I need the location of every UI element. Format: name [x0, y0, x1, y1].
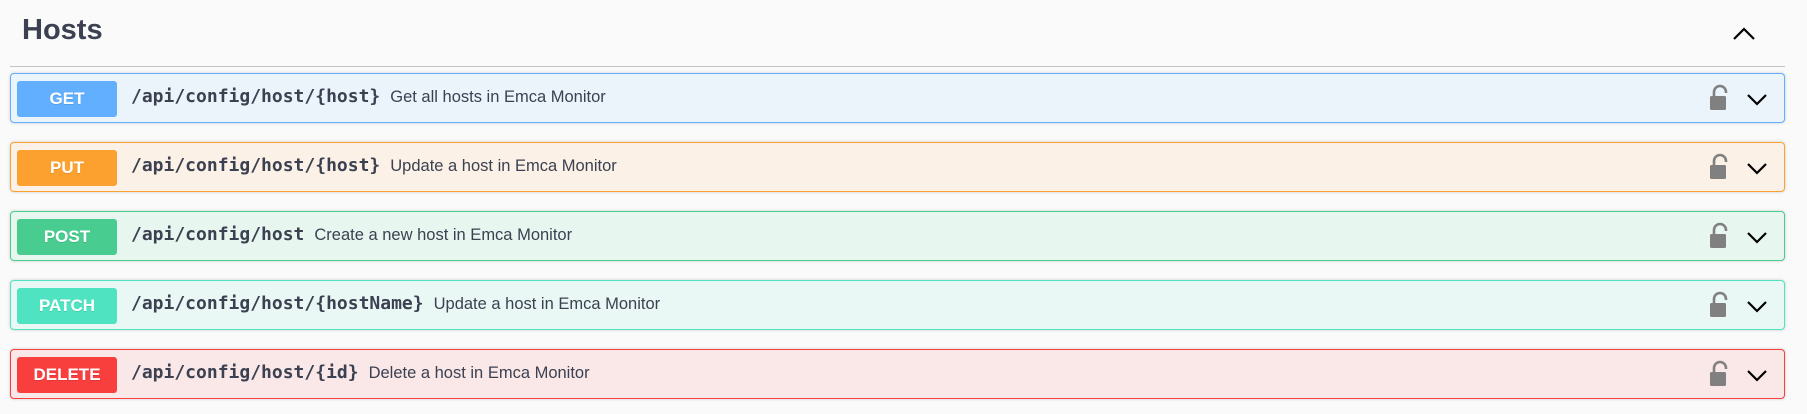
chevron-down-icon[interactable] [1744, 362, 1770, 388]
chevron-down-icon[interactable] [1744, 293, 1770, 319]
operation-path[interactable]: /api/config/host/{hostName} Update a host… [131, 293, 660, 314]
method-badge-put[interactable]: PUT [17, 150, 117, 186]
path-text: /api/config/host/{host} [131, 86, 381, 107]
operation-path[interactable]: /api/config/host Create a new host in Emc… [131, 224, 572, 245]
chevron-down-icon[interactable] [1744, 155, 1770, 181]
operation-put-host[interactable]: PUT /api/config/host/{host} Update a host… [10, 142, 1785, 192]
unlocked-padlock-icon[interactable] [1708, 84, 1732, 112]
unlocked-padlock-icon[interactable] [1708, 153, 1732, 181]
path-text: /api/config/host/{host} [131, 155, 381, 176]
method-badge-patch[interactable]: PATCH [17, 288, 117, 324]
path-text: /api/config/host [131, 224, 305, 245]
operation-summary: Update a host in Emca Monitor [433, 295, 661, 313]
method-badge-post[interactable]: POST [17, 219, 117, 255]
path-text: /api/config/host/{hostName} [131, 293, 424, 314]
operation-path[interactable]: /api/config/host/{host} Get all hosts in … [131, 86, 606, 107]
section-header[interactable]: Hosts [10, 0, 1785, 67]
method-badge-get[interactable]: GET [17, 81, 117, 117]
section-title[interactable]: Hosts [22, 14, 103, 47]
operation-summary: Update a host in Emca Monitor [390, 157, 617, 175]
operation-path[interactable]: /api/config/host/{host} Update a host in … [131, 155, 617, 176]
operation-summary: Delete a host in Emca Monitor [368, 364, 590, 382]
operation-summary: Get all hosts in Emca Monitor [390, 88, 606, 106]
operation-summary: Create a new host in Emca Monitor [314, 226, 573, 244]
operation-post-host[interactable]: POST /api/config/host Create a new host i… [10, 211, 1785, 261]
chevron-down-icon[interactable] [1744, 86, 1770, 112]
operation-patch-host[interactable]: PATCH /api/config/host/{hostName} Update … [10, 280, 1785, 330]
operation-delete-host[interactable]: DELETE /api/config/host/{id} Delete a hos… [10, 349, 1785, 399]
hosts-section: Hosts GET /api/config/host/{host} Get all… [10, 0, 1785, 399]
operation-path[interactable]: /api/config/host/{id} Delete a host in Em… [131, 362, 590, 383]
operation-get-host[interactable]: GET /api/config/host/{host} Get all hosts… [10, 73, 1785, 123]
chevron-up-icon[interactable] [1728, 18, 1760, 50]
chevron-down-icon[interactable] [1744, 224, 1770, 250]
unlocked-padlock-icon[interactable] [1708, 360, 1732, 388]
unlocked-padlock-icon[interactable] [1708, 222, 1732, 250]
path-text: /api/config/host/{id} [131, 362, 359, 383]
unlocked-padlock-icon[interactable] [1708, 291, 1732, 319]
method-badge-delete[interactable]: DELETE [17, 357, 117, 393]
